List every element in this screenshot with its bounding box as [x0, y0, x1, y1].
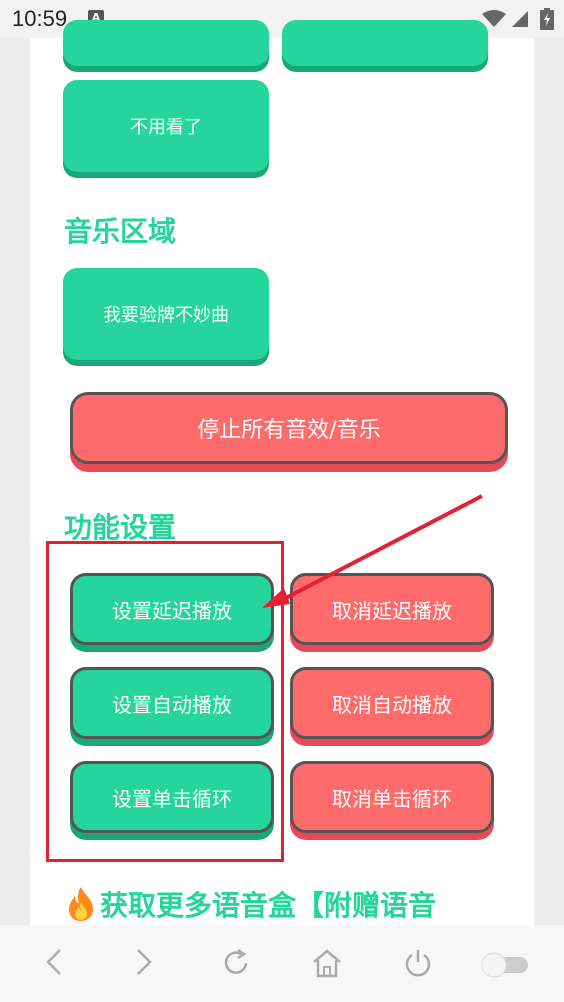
chevron-left-icon[interactable] [42, 947, 66, 977]
promo-text: 获取更多语音盒【附赠语音 [100, 889, 437, 922]
music-button-label: 我要验牌不妙曲 [103, 305, 229, 326]
chevron-right-icon[interactable] [132, 947, 156, 977]
sound-button-partial-right[interactable] [282, 20, 488, 66]
settings-section-title: 功能设置 [64, 511, 177, 544]
promo-line[interactable]: 获取更多语音盒【附赠语音 [66, 884, 436, 924]
page-gutter-left [0, 38, 30, 925]
signal-icon [512, 11, 528, 27]
sound-button-partial-left[interactable] [63, 20, 269, 66]
battery-charging-icon [540, 8, 554, 30]
music-section-title: 音乐区域 [64, 215, 177, 248]
page-gutter-right [534, 38, 564, 925]
cancel-loop-button[interactable]: 取消单击循环 [290, 761, 494, 833]
sound-button-no-need[interactable]: 不用看了 [63, 80, 269, 172]
music-button-yanpai[interactable]: 我要验牌不妙曲 [63, 268, 269, 360]
power-icon[interactable] [402, 947, 434, 979]
refresh-icon[interactable] [220, 947, 252, 979]
cancel-auto-button[interactable]: 取消自动播放 [290, 667, 494, 739]
status-time: 10:59 [12, 6, 68, 31]
annotation-highlight-box [46, 541, 284, 862]
bottom-nav-bar [0, 925, 564, 1002]
fire-icon [69, 887, 93, 921]
sound-button-label: 不用看了 [130, 117, 202, 138]
home-icon[interactable] [311, 947, 343, 979]
cancel-delay-button[interactable]: 取消延迟播放 [290, 573, 494, 645]
toggle-icon[interactable] [478, 951, 532, 979]
stop-all-button[interactable]: 停止所有音效/音乐 [70, 392, 508, 464]
stop-all-label: 停止所有音效/音乐 [197, 418, 381, 443]
